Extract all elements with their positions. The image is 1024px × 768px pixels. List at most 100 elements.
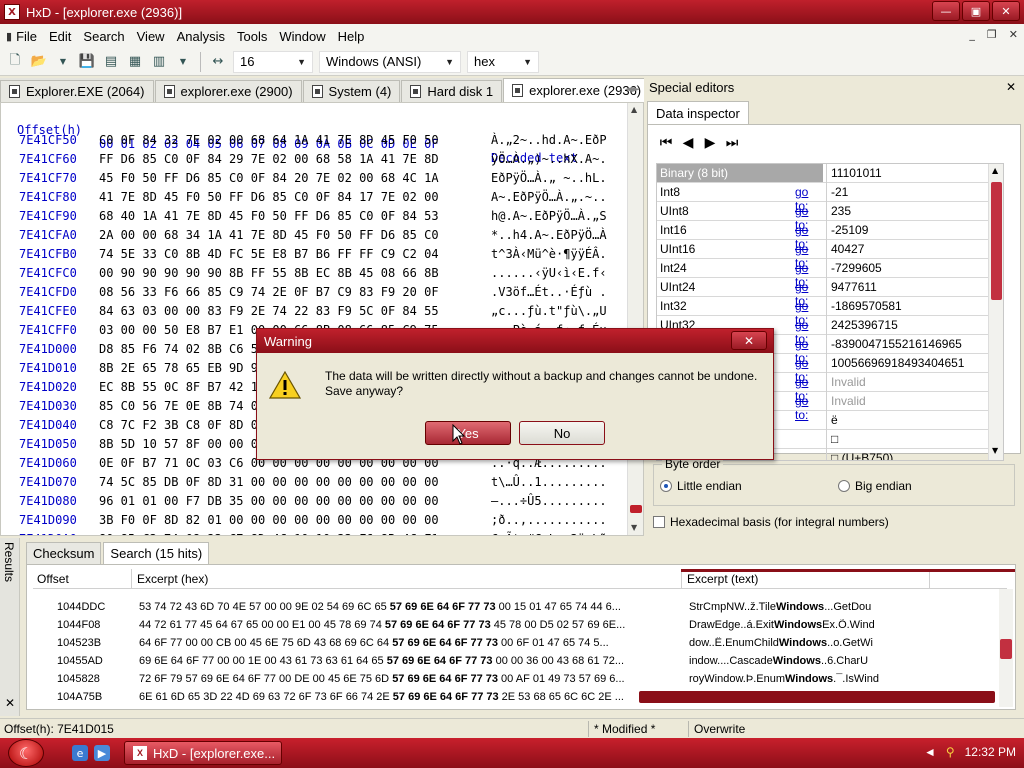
data-value[interactable]: 9477611 xyxy=(831,280,1001,294)
charset-select[interactable]: Windows (ANSI) ▼ xyxy=(319,50,461,73)
big-endian-radio[interactable]: Big endian xyxy=(838,479,912,493)
header-offset[interactable]: Offset xyxy=(37,572,69,586)
close-button[interactable]: ✕ xyxy=(992,1,1020,21)
data-value[interactable]: -7299605 xyxy=(831,261,1001,275)
results-scroll-thumb[interactable] xyxy=(1000,639,1012,659)
hex-row[interactable]: 7E41D090 3B F0 0F 8D 82 01 00 00 00 00 00… xyxy=(1,513,627,532)
table-row[interactable]: 1044F08 44 72 61 77 45 64 67 65 00 00 E1 … xyxy=(33,617,993,635)
header-text[interactable]: Excerpt (text) xyxy=(687,572,758,586)
horizontal-scroll-thumb[interactable] xyxy=(639,691,995,703)
scroll-down-icon[interactable]: ▼ xyxy=(992,446,998,455)
menu-edit[interactable]: Edit xyxy=(43,25,77,47)
tab-hard-disk-1[interactable]: Hard disk 1 xyxy=(401,80,503,102)
hxd-app-icon[interactable]: X xyxy=(4,4,20,20)
hex-row[interactable]: 7E41CFB0 74 5E 33 C0 8B 4D FC 5E E8 B7 B6… xyxy=(1,247,627,266)
hex-row[interactable]: 7E41D070 74 5C 85 DB 0F 8D 31 00 00 00 00… xyxy=(1,475,627,494)
show-hidden-icons-icon[interactable]: ◄ xyxy=(924,745,936,759)
data-value[interactable]: 10056696918493404651 xyxy=(831,356,1001,370)
properties-icon[interactable]: ▥ xyxy=(150,53,168,71)
data-value[interactable]: ë xyxy=(831,413,1001,427)
close-icon[interactable]: ✕ xyxy=(5,696,15,710)
hex-bytes[interactable]: 74 5C 85 DB 0F 8D 31 00 00 00 00 00 00 0… xyxy=(99,475,439,489)
hex-bytes[interactable]: FF D6 85 C0 0F 84 29 7E 02 00 68 58 1A 4… xyxy=(99,152,439,166)
media-player-icon[interactable]: ▶ xyxy=(94,745,110,761)
bytes-per-row-select[interactable]: 16 ▼ xyxy=(233,50,313,73)
status-mode[interactable]: Overwrite xyxy=(694,722,745,736)
menu-tools[interactable]: Tools xyxy=(231,25,273,47)
hex-row[interactable]: 7E41CFD0 08 56 33 F6 66 85 C9 74 2E 0F B7… xyxy=(1,285,627,304)
tab-system-4[interactable]: System (4) xyxy=(302,80,401,102)
scroll-up-icon[interactable]: ▲ xyxy=(992,166,998,175)
new-file-icon[interactable]: 🗋 xyxy=(6,53,24,71)
hex-bytes[interactable]: 74 5E 33 C0 8B 4D FC 5E E8 B7 B6 FF FF C… xyxy=(99,247,439,261)
export-icon[interactable]: ▦ xyxy=(126,53,144,71)
tab-data-inspector[interactable]: Data inspector xyxy=(647,101,749,125)
search-icon[interactable]: ⚲ xyxy=(946,745,955,759)
hex-decoded-text[interactable]: EðPÿÖ…À.„ ~..hL. xyxy=(491,171,607,185)
hex-decoded-text[interactable]: À.„2~..hd.A~.EðP xyxy=(491,133,607,147)
hex-bytes[interactable]: 08 56 33 F6 66 85 C9 74 2E 0F B7 C9 83 F… xyxy=(99,285,439,299)
data-value[interactable]: 2425396715 xyxy=(831,318,1001,332)
table-row[interactable]: 104523B 64 6F 77 00 00 CB 00 45 6E 75 6D … xyxy=(33,635,993,653)
hex-row[interactable]: 7E41CFA0 2A 00 00 68 34 1A 41 7E 8D 45 F0… xyxy=(1,228,627,247)
hex-decoded-text[interactable]: –...÷Û5......... xyxy=(491,494,607,508)
hex-decoded-text[interactable]: *..h4.A~.EðPÿÖ…À xyxy=(491,228,607,242)
save-icon[interactable]: 💾 xyxy=(78,53,96,71)
hex-basis-checkbox[interactable]: Hexadecimal basis (for integral numbers) xyxy=(653,515,889,529)
hex-decoded-text[interactable]: h@.A~.EðPÿÖ…À.„S xyxy=(491,209,607,223)
hex-row[interactable]: 7E41CFE0 84 63 03 00 00 83 F9 2E 74 22 83… xyxy=(1,304,627,323)
scroll-up-icon[interactable]: ▲ xyxy=(631,105,637,114)
menu-file[interactable]: ▮ File xyxy=(0,25,43,47)
data-value[interactable]: 40427 xyxy=(831,242,1001,256)
yes-button[interactable]: Yes xyxy=(425,421,511,445)
hex-bytes[interactable]: C0 0F 84 32 7E 02 00 68 64 1A 41 7E 8D 4… xyxy=(99,133,439,147)
offset-base-select[interactable]: hex ▼ xyxy=(467,50,539,73)
table-row[interactable]: 1045828 72 6F 79 57 69 6E 64 6F 77 00 DE … xyxy=(33,671,993,689)
hex-bytes[interactable]: 00 90 90 90 90 90 8B FF 55 8B EC 8B 45 0… xyxy=(99,266,439,280)
data-inspector-row[interactable]: Binary (8 bit) 11101011 xyxy=(657,164,1003,183)
data-value[interactable]: Invalid xyxy=(831,394,1001,408)
hex-decoded-text[interactable]: t\…Û..1......... xyxy=(491,475,607,489)
tab-search-hits[interactable]: Search (15 hits) xyxy=(103,542,210,564)
hex-row[interactable]: 7E41CF80 41 7E 8D 45 F0 50 FF D6 85 C0 0F… xyxy=(1,190,627,209)
data-inspector-row[interactable]: Int8 go to: -21 xyxy=(657,183,1003,213)
data-value[interactable]: 11101011 xyxy=(831,166,1001,180)
mdi-minimize-button[interactable]: _ xyxy=(969,28,975,41)
menu-analysis[interactable]: Analysis xyxy=(171,25,231,47)
taskbar-hxd-button[interactable]: X HxD - [explorer.exe... xyxy=(124,741,282,765)
hex-decoded-text[interactable]: A~.EðPÿÖ…À.„.~.. xyxy=(491,190,607,204)
little-endian-radio[interactable]: Little endian xyxy=(660,479,742,493)
hex-row[interactable]: 7E41CF90 68 40 1A 41 7E 8D 45 F0 50 FF D6… xyxy=(1,209,627,228)
menu-help[interactable]: Help xyxy=(332,25,371,47)
first-icon[interactable]: ⏮ xyxy=(658,135,674,151)
hex-decoded-text[interactable]: €…Ãt.#Ç.L..3ö‹Lñ xyxy=(491,532,607,535)
clock[interactable]: 12:32 PM xyxy=(965,745,1016,759)
data-inspector-row[interactable]: Int16 go to: -25109 xyxy=(657,221,1003,251)
data-inspector-row[interactable]: UInt24 go to: 9477611 xyxy=(657,278,1003,308)
menu-view[interactable]: View xyxy=(131,25,171,47)
hex-decoded-text[interactable]: .V3öf…Ét..·Éƒù . xyxy=(491,285,607,299)
hex-decoded-text[interactable]: t^3À‹Mü^è·¶ÿÿÉÂ. xyxy=(491,247,607,261)
mdi-restore-button[interactable]: ❐ xyxy=(987,28,997,41)
scroll-down-icon[interactable]: ▼ xyxy=(631,523,637,532)
data-inspector-row[interactable]: UInt16 go to: 40427 xyxy=(657,240,1003,270)
next-icon[interactable]: ▶ xyxy=(702,135,718,151)
hex-scrollbar[interactable]: ▲ ▼ xyxy=(627,103,643,535)
hex-row[interactable]: 7E41CF70 45 F0 50 FF D6 85 C0 0F 84 20 7E… xyxy=(1,171,627,190)
start-button[interactable]: ☾ xyxy=(8,739,44,767)
inspector-scrollbar[interactable]: ▲ ▼ xyxy=(988,164,1003,460)
hex-bytes[interactable]: 84 63 03 00 00 83 F9 2E 74 22 83 F9 5C 0… xyxy=(99,304,439,318)
hex-decoded-text[interactable]: ......‹ÿU‹ì‹E.f‹ xyxy=(491,266,607,280)
data-value[interactable]: -25109 xyxy=(831,223,1001,237)
table-row[interactable]: 10455AD 69 6E 64 6F 77 00 00 1E 00 43 61 … xyxy=(33,653,993,671)
internet-explorer-icon[interactable]: e xyxy=(72,745,88,761)
tab-scroll-arrows[interactable]: ◄► xyxy=(625,84,640,95)
mdi-close-button[interactable]: ✕ xyxy=(1009,28,1018,41)
data-inspector-row[interactable]: Int24 go to: -7299605 xyxy=(657,259,1003,289)
hex-scroll-thumb[interactable] xyxy=(630,505,642,513)
data-value[interactable]: 235 xyxy=(831,204,1001,218)
data-value[interactable]: Invalid xyxy=(831,375,1001,389)
header-hex[interactable]: Excerpt (hex) xyxy=(137,572,208,586)
hex-decoded-text[interactable]: ÿÖ…À.„)~..hX.A~. xyxy=(491,152,607,166)
data-inspector-row[interactable]: Int32 go to: -1869570581 xyxy=(657,297,1003,327)
